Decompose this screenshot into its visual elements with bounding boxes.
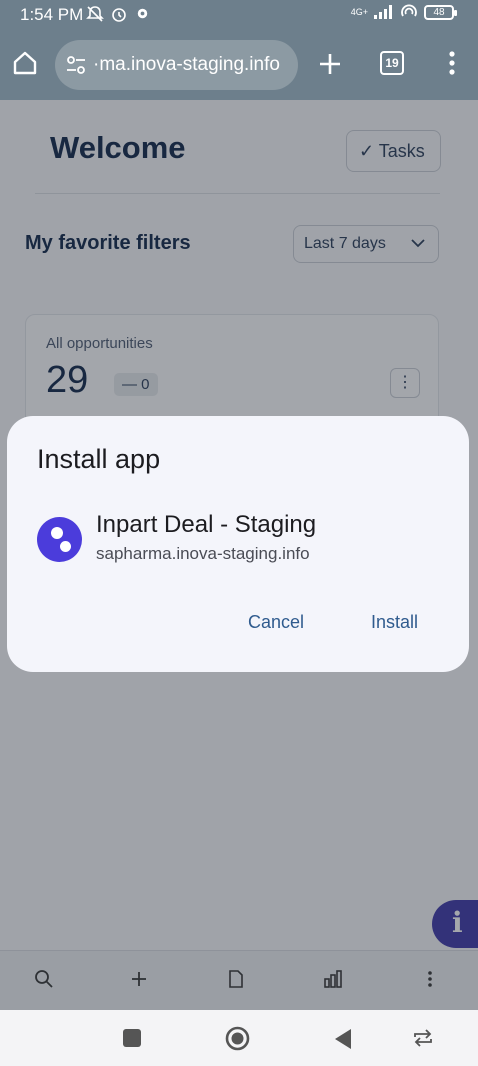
cancel-button[interactable]: Cancel [248, 612, 304, 633]
install-app-dialog: Install app Inpart Deal - Staging saphar… [7, 416, 469, 672]
more-menu-icon[interactable] [442, 48, 462, 78]
settings-icon [137, 8, 148, 19]
app-url: sapharma.inova-staging.info [96, 544, 310, 563]
alarm-icon [112, 8, 126, 22]
browser-toolbar: ·ma.inova-staging.info 19 [0, 30, 478, 100]
address-bar[interactable]: ·ma.inova-staging.info [55, 40, 298, 90]
tab-switcher-button[interactable]: 19 [380, 51, 404, 75]
signal-icon [374, 5, 392, 19]
app-name: Inpart Deal - Staging [96, 511, 317, 538]
dialog-title: Install app [37, 444, 161, 474]
back-icon[interactable] [333, 1028, 353, 1050]
install-button[interactable]: Install [371, 612, 418, 633]
new-tab-icon[interactable] [316, 50, 344, 78]
mute-icon [86, 6, 104, 22]
url-text: ·ma.inova-staging.info [93, 54, 280, 75]
home-button-icon[interactable] [225, 1026, 250, 1051]
home-icon[interactable] [12, 50, 38, 76]
rotate-icon[interactable] [412, 1028, 434, 1048]
site-settings-icon[interactable] [65, 54, 87, 76]
recents-icon[interactable] [122, 1028, 142, 1048]
network-type: 4G+ [350, 6, 368, 17]
status-time: 1:54 PM [20, 5, 84, 24]
system-nav-bar [0, 1010, 478, 1066]
battery-icon: 48 [424, 4, 457, 20]
hotspot-icon [401, 4, 417, 17]
app-icon [37, 517, 82, 562]
status-bar: 1:54 PM 4G+ 48 [0, 0, 478, 30]
